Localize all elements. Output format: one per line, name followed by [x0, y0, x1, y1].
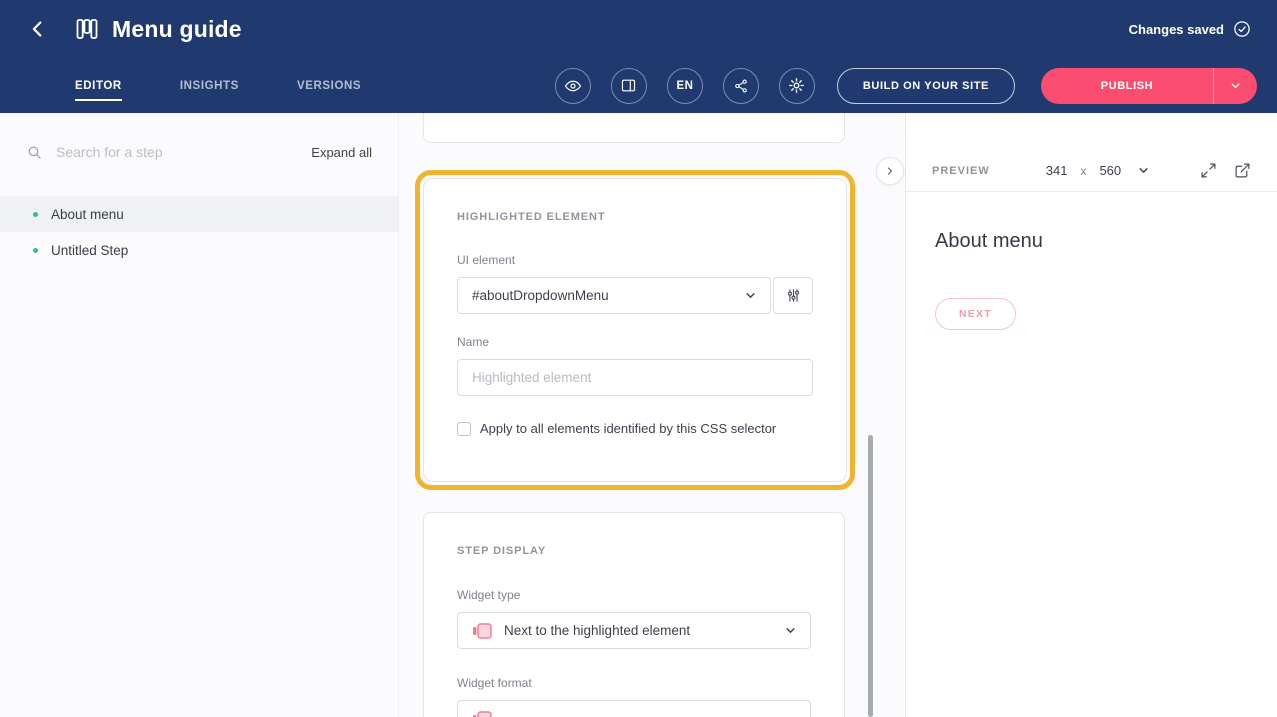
- back-button[interactable]: [26, 17, 50, 41]
- widget-type-label: Widget type: [457, 588, 811, 602]
- ui-element-label: UI element: [457, 253, 813, 267]
- element-picker-settings-button[interactable]: [773, 277, 813, 314]
- step-display-section-title: STEP DISPLAY: [457, 545, 811, 557]
- top-bar-actions-row: EDITOR INSIGHTS VERSIONS EN: [0, 58, 1277, 113]
- eye-icon: [564, 77, 582, 95]
- apply-all-label: Apply to all elements identified by this…: [480, 421, 776, 436]
- publish-button[interactable]: PUBLISH: [1041, 68, 1213, 104]
- search-icon: [26, 144, 43, 161]
- check-circle-icon: [1233, 20, 1251, 38]
- top-bar-row: Menu guide Changes saved: [0, 0, 1277, 58]
- step-item-about-menu[interactable]: About menu: [0, 196, 398, 232]
- highlighted-element-section-title: HIGHLIGHTED ELEMENT: [457, 211, 813, 223]
- main-tabs: EDITOR INSIGHTS VERSIONS: [75, 80, 361, 92]
- editor-scrollbar[interactable]: [868, 435, 873, 717]
- publish-dropdown-button[interactable]: [1213, 68, 1257, 104]
- preview-header-icons: [1200, 162, 1251, 179]
- step-status-dot: [33, 248, 38, 253]
- step-display-card: STEP DISPLAY Widget type Next to the hig…: [423, 512, 845, 717]
- changes-saved-label: Changes saved: [1129, 22, 1224, 37]
- step-editor-area: HIGHLIGHTED ELEMENT UI element #aboutDro…: [400, 113, 905, 717]
- preview-size-dropdown[interactable]: 341 x 560: [1046, 163, 1149, 178]
- ui-element-select-value: #aboutDropdownMenu: [472, 288, 609, 303]
- ui-element-select[interactable]: #aboutDropdownMenu: [457, 277, 771, 314]
- apply-all-checkbox[interactable]: [457, 422, 471, 436]
- settings-button[interactable]: [779, 68, 815, 104]
- preview-header: PREVIEW 341 x 560: [906, 150, 1277, 192]
- size-separator: x: [1080, 164, 1086, 178]
- preview-open-external-button[interactable]: [1234, 162, 1251, 179]
- preview-body: About menu NEXT: [906, 192, 1277, 717]
- highlighted-section-ring: HIGHLIGHTED ELEMENT UI element #aboutDro…: [415, 170, 855, 490]
- chevron-down-icon: [785, 625, 796, 636]
- element-name-input[interactable]: [457, 359, 813, 396]
- share-icon: [733, 78, 749, 94]
- page-title: Menu guide: [112, 16, 242, 43]
- step-label: About menu: [51, 207, 124, 222]
- widget-format-icon: [472, 711, 492, 717]
- previous-section-card: [423, 113, 845, 143]
- share-button[interactable]: [723, 68, 759, 104]
- step-label: Untitled Step: [51, 243, 128, 258]
- app-root: Menu guide Changes saved EDITOR INSIGHTS…: [0, 0, 1277, 717]
- gear-icon: [788, 77, 805, 94]
- preview-next-button[interactable]: NEXT: [935, 298, 1016, 330]
- external-link-icon: [1234, 162, 1251, 179]
- language-button[interactable]: EN: [667, 68, 703, 104]
- chevron-left-icon: [27, 18, 49, 40]
- step-search-row: Expand all: [0, 123, 398, 181]
- maximize-icon: [1200, 162, 1217, 179]
- chevron-down-icon: [1229, 79, 1242, 92]
- expand-all-button[interactable]: Expand all: [311, 145, 372, 160]
- preview-fullscreen-button[interactable]: [1200, 162, 1217, 179]
- preview-width-value: 341: [1046, 163, 1068, 178]
- chevron-down-icon: [745, 290, 756, 301]
- preview-panel: PREVIEW 341 x 560: [905, 113, 1277, 717]
- layout-panel-button[interactable]: [611, 68, 647, 104]
- header-actions: EN BUILD ON YOUR SITE PUBLISH: [555, 68, 1257, 104]
- guide-type-icon: [74, 16, 100, 42]
- collapse-preview-button[interactable]: [876, 157, 904, 185]
- tab-versions[interactable]: VERSIONS: [297, 80, 361, 92]
- chevron-down-icon: [1138, 165, 1149, 176]
- tab-insights[interactable]: INSIGHTS: [180, 80, 239, 92]
- ui-element-select-row: #aboutDropdownMenu: [457, 277, 813, 314]
- sliders-icon: [785, 287, 802, 304]
- build-on-your-site-button[interactable]: BUILD ON YOUR SITE: [837, 68, 1015, 104]
- preview-height-value: 560: [1099, 163, 1121, 178]
- layout-panel-icon: [620, 77, 637, 94]
- apply-all-row: Apply to all elements identified by this…: [457, 421, 813, 436]
- preview-step-title: About menu: [935, 230, 1248, 253]
- publish-button-group: PUBLISH: [1041, 68, 1257, 104]
- widget-type-select[interactable]: Next to the highlighted element: [457, 612, 811, 649]
- widget-format-label: Widget format: [457, 676, 811, 690]
- preview-eye-button[interactable]: [555, 68, 591, 104]
- chevron-right-icon: [884, 165, 896, 177]
- element-name-label: Name: [457, 335, 813, 349]
- top-bar: Menu guide Changes saved EDITOR INSIGHTS…: [0, 0, 1277, 113]
- widget-format-select[interactable]: [457, 700, 811, 717]
- steps-sidebar: Expand all About menu Untitled Step: [0, 113, 399, 717]
- highlighted-element-card: HIGHLIGHTED ELEMENT UI element #aboutDro…: [423, 178, 847, 482]
- step-list: About menu Untitled Step: [0, 196, 398, 268]
- widget-type-select-value: Next to the highlighted element: [504, 623, 690, 638]
- step-item-untitled-step[interactable]: Untitled Step: [0, 232, 398, 268]
- changes-saved-status: Changes saved: [1129, 20, 1251, 38]
- step-search-input[interactable]: [54, 143, 300, 161]
- widget-type-icon: [472, 623, 492, 639]
- step-status-dot: [33, 212, 38, 217]
- tab-editor[interactable]: EDITOR: [75, 80, 122, 92]
- preview-panel-title: PREVIEW: [932, 165, 990, 177]
